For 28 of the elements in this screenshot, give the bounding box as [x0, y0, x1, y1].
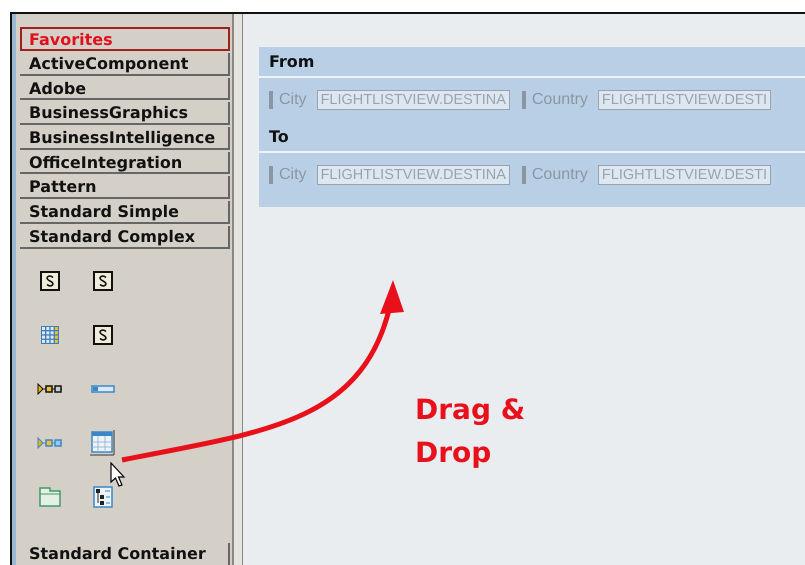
annotation-text: Drag & Drop — [415, 392, 526, 471]
input-bar-icon[interactable] — [91, 384, 115, 392]
field-label: City — [269, 91, 307, 109]
palette-category[interactable]: BusinessIntelligence — [20, 127, 230, 150]
tabstrip-icon[interactable] — [39, 486, 61, 506]
palette-category[interactable]: Pattern — [20, 176, 230, 200]
text-element-icon[interactable] — [93, 270, 113, 290]
grid-icon[interactable] — [40, 324, 60, 344]
text-element-icon[interactable] — [40, 270, 60, 290]
roadmap-icon[interactable] — [37, 436, 63, 448]
text-element-icon[interactable] — [93, 324, 113, 344]
palette-category[interactable]: Adobe — [20, 78, 230, 100]
palette-category[interactable]: Standard Simple — [20, 201, 230, 224]
palette-category[interactable]: Standard Container — [20, 542, 230, 565]
sequence-icon[interactable] — [37, 382, 63, 394]
tree-icon[interactable] — [93, 486, 113, 508]
palette-category[interactable]: Standard Complex — [20, 226, 230, 248]
palette-category[interactable]: BusinessGraphics — [20, 102, 230, 126]
palette-category[interactable]: ActiveComponent — [20, 53, 230, 76]
field-label: City — [269, 166, 307, 184]
section-title: To — [259, 122, 805, 153]
palette-category[interactable]: OfficeIntegration — [20, 152, 230, 174]
field-label: Country — [522, 166, 588, 184]
section-title: From — [259, 47, 805, 78]
field-label: Country — [522, 91, 588, 109]
cursor-icon — [110, 462, 126, 488]
splitter-bar[interactable] — [232, 14, 243, 565]
table-icon[interactable] — [90, 430, 116, 456]
